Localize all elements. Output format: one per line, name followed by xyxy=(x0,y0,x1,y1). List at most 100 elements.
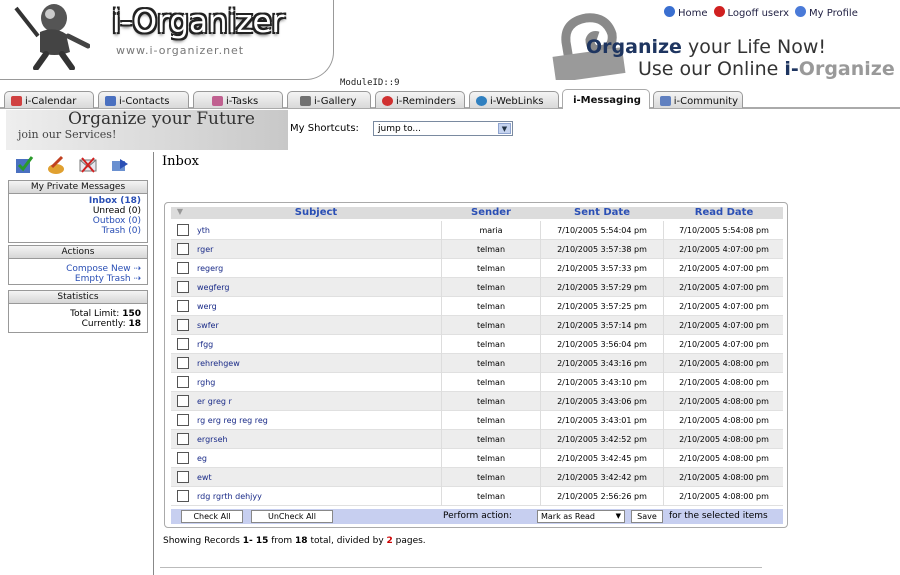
message-subject[interactable]: rehrehgew xyxy=(197,359,240,368)
message-sender: telman xyxy=(476,321,506,330)
unread-link[interactable]: Unread (0) xyxy=(9,206,141,216)
table-row[interactable]: er greg r telman 2/10/2005 3:43:06 pm 2/10/… xyxy=(171,392,783,411)
message-subject[interactable]: rfgg xyxy=(197,340,213,349)
row-checkbox[interactable] xyxy=(177,262,189,274)
row-checkbox[interactable] xyxy=(177,357,189,369)
tab-community[interactable]: i-Community xyxy=(653,91,743,108)
column-read-date[interactable]: Read Date xyxy=(665,207,783,218)
tab-messaging[interactable]: i-Messaging xyxy=(562,89,650,109)
tab-gallery[interactable]: i-Gallery xyxy=(287,91,371,108)
home-link[interactable]: Home xyxy=(664,6,708,19)
message-subject[interactable]: yth xyxy=(197,226,210,235)
logoff-link[interactable]: Logoff userx xyxy=(713,6,789,19)
message-sender: telman xyxy=(476,340,506,349)
inbox-check-icon[interactable] xyxy=(14,155,34,175)
action-dropdown[interactable]: Mark as Read ▼ xyxy=(537,510,625,523)
profile-link[interactable]: My Profile xyxy=(795,6,858,19)
compose-icon[interactable] xyxy=(46,155,66,175)
message-subject[interactable]: swfer xyxy=(197,321,219,330)
table-row[interactable]: ergrseh telman 2/10/2005 3:42:52 pm 2/10/20… xyxy=(171,430,783,449)
row-checkbox[interactable] xyxy=(177,338,189,350)
row-checkbox[interactable] xyxy=(177,395,189,407)
outbox-link[interactable]: Outbox (0) xyxy=(9,216,141,226)
message-read-date: 2/10/2005 4:08:00 pm xyxy=(679,435,769,444)
message-subject[interactable]: rghg xyxy=(197,378,215,387)
save-button[interactable]: Save xyxy=(631,510,663,523)
table-row[interactable]: rger telman 2/10/2005 3:57:38 pm 2/10/2005 … xyxy=(171,240,783,259)
row-checkbox[interactable] xyxy=(177,376,189,388)
table-row[interactable]: regerg telman 2/10/2005 3:57:33 pm 2/10/200… xyxy=(171,259,783,278)
chevron-down-icon: ▼ xyxy=(615,512,621,520)
table-row[interactable]: rdg rgrth dehjyy telman 2/10/2005 2:56:26 … xyxy=(171,487,783,506)
tab-contacts[interactable]: i-Contacts xyxy=(98,91,189,108)
quick-icons xyxy=(14,155,130,175)
tab-tasks[interactable]: i-Tasks xyxy=(193,91,283,108)
uncheck-all-button[interactable]: UnCheck All xyxy=(251,510,333,523)
message-sent-date: 2/10/2005 3:43:10 pm xyxy=(557,378,647,387)
promo-title: Organize your Future xyxy=(68,109,255,129)
row-checkbox[interactable] xyxy=(177,281,189,293)
message-subject[interactable]: rg erg reg reg reg xyxy=(197,416,268,425)
row-checkbox[interactable] xyxy=(177,319,189,331)
table-row[interactable]: yth maria 7/10/2005 5:54:04 pm 7/10/2005 5:… xyxy=(171,221,783,240)
column-sender[interactable]: Sender xyxy=(443,207,539,218)
message-subject[interactable]: regerg xyxy=(197,264,223,273)
table-row[interactable]: rehrehgew telman 2/10/2005 3:43:16 pm 2/10/… xyxy=(171,354,783,373)
delete-mail-icon[interactable] xyxy=(78,155,98,175)
currently-count: Currently: 18 xyxy=(81,319,141,329)
row-checkbox[interactable] xyxy=(177,224,189,236)
contacts-icon xyxy=(105,96,116,106)
message-subject[interactable]: er greg r xyxy=(197,397,232,406)
row-checkbox[interactable] xyxy=(177,243,189,255)
message-subject[interactable]: ewt xyxy=(197,473,212,482)
trash-link[interactable]: Trash (0) xyxy=(9,226,141,236)
compose-new-link[interactable]: Compose New ⇢ xyxy=(9,264,141,274)
table-row[interactable]: rfgg telman 2/10/2005 3:56:04 pm 2/10/2005 … xyxy=(171,335,783,354)
table-row[interactable]: rg erg reg reg reg telman 2/10/2005 3:43:0… xyxy=(171,411,783,430)
row-checkbox[interactable] xyxy=(177,433,189,445)
message-sender: telman xyxy=(476,454,506,463)
message-sender: telman xyxy=(476,264,506,273)
shortcuts-label: My Shortcuts: xyxy=(290,123,359,134)
message-sender: maria xyxy=(479,226,503,235)
inbox-link[interactable]: Inbox (18) xyxy=(9,196,141,206)
column-sent-date[interactable]: Sent Date xyxy=(541,207,663,218)
table-row[interactable]: eg telman 2/10/2005 3:42:45 pm 2/10/2005 4:… xyxy=(171,449,783,468)
column-subject[interactable]: Subject xyxy=(191,207,441,218)
row-checkbox[interactable] xyxy=(177,490,189,502)
private-messages-title: My Private Messages xyxy=(9,181,147,194)
page-title: Inbox xyxy=(162,154,199,169)
message-read-date: 2/10/2005 4:07:00 pm xyxy=(679,245,769,254)
top-links: Home Logoff userx My Profile xyxy=(664,6,858,19)
row-checkbox[interactable] xyxy=(177,414,189,426)
tab-reminders[interactable]: i-Reminders xyxy=(375,91,465,108)
tab-calendar[interactable]: i-Calendar xyxy=(4,91,94,108)
row-checkbox[interactable] xyxy=(177,471,189,483)
table-row[interactable]: wegferg telman 2/10/2005 3:57:29 pm 2/10/20… xyxy=(171,278,783,297)
empty-trash-link[interactable]: Empty Trash ⇢ xyxy=(9,274,141,284)
message-read-date: 2/10/2005 4:07:00 pm xyxy=(679,321,769,330)
message-subject[interactable]: wegferg xyxy=(197,283,230,292)
message-subject[interactable]: rger xyxy=(197,245,213,254)
message-subject[interactable]: ergrseh xyxy=(197,435,228,444)
message-subject[interactable]: werg xyxy=(197,302,217,311)
message-subject[interactable]: rdg rgrth dehjyy xyxy=(197,492,262,501)
forward-mail-icon[interactable] xyxy=(110,155,130,175)
row-checkbox[interactable] xyxy=(177,300,189,312)
table-row[interactable]: ewt telman 2/10/2005 3:42:42 pm 2/10/2005 4… xyxy=(171,468,783,487)
tab-weblinks[interactable]: i-WebLinks xyxy=(469,91,559,108)
bottom-divider xyxy=(160,567,762,568)
check-all-button[interactable]: Check All xyxy=(181,510,243,523)
row-checkbox[interactable] xyxy=(177,452,189,464)
shortcuts-dropdown[interactable]: jump to... ▼ xyxy=(373,121,513,136)
message-read-date: 2/10/2005 4:08:00 pm xyxy=(679,492,769,501)
home-icon xyxy=(664,6,675,17)
sort-icon[interactable]: ▼ xyxy=(173,207,187,216)
message-subject[interactable]: eg xyxy=(197,454,207,463)
table-row[interactable]: rghg telman 2/10/2005 3:43:10 pm 2/10/2005 … xyxy=(171,373,783,392)
table-row[interactable]: werg telman 2/10/2005 3:57:25 pm 2/10/2005 … xyxy=(171,297,783,316)
slogan-line-1: Organize your Life Now! xyxy=(586,36,827,58)
message-sent-date: 2/10/2005 3:42:42 pm xyxy=(557,473,647,482)
message-sent-date: 2/10/2005 2:56:26 pm xyxy=(557,492,647,501)
table-row[interactable]: swfer telman 2/10/2005 3:57:14 pm 2/10/2005… xyxy=(171,316,783,335)
